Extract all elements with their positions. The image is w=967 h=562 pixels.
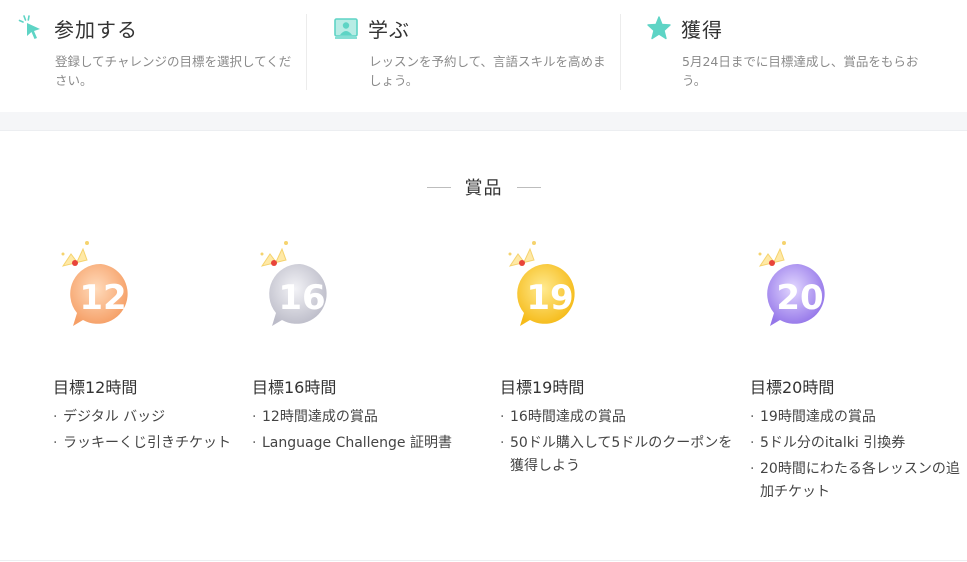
step-description: レッスンを予約して、言語スキルを高めましょう。 [369,54,606,88]
step-description: 5月24日までに目標達成し、賞品をもらおう。 [682,54,919,88]
badge-19-icon: 19 [498,232,598,342]
perk-list: · 19時間達成の賞品 · 5ドル分のitalki 引換券 · 20時間にわたる各レッ… [750,406,967,504]
perk-list: · 12時間達成の賞品 · Language Challenge 証明書 [252,406,482,455]
prize-name: 目標20時間 [750,378,835,397]
perk-item: · 16時間達成の賞品 [500,409,626,425]
step-title: 学ぶ [368,17,410,42]
perk-list: · 16時間達成の賞品 · 50ドル購入して5ドルのクーポンを獲得しよう [500,406,740,478]
prize-name: 目標19時間 [500,378,585,397]
person-screen-icon [332,14,360,42]
perk-item: · 5ドル分のitalki 引換券 [750,435,906,451]
bottom-divider [0,560,967,561]
badge-16-icon: 16 [250,232,350,342]
heading-line-left [426,186,451,188]
badge-number: 16 [278,278,325,318]
prize-name: 目標16時間 [252,378,337,397]
step-join: 参加する 登録してチャレンジの目標を選択してください。 [18,10,303,98]
badge-12-icon: 12 [51,232,151,342]
perk-item: · 19時間達成の賞品 [750,409,876,425]
star-icon [645,14,673,42]
prize-card-20: 20 目標20時間 · 19時間達成の賞品 · 5ドル分のitalki 引換券 · 2… [750,232,967,507]
step-earn: 獲得 5月24日までに目標達成し、賞品をもらおう。 [645,10,935,98]
step-description: 登録してチャレンジの目標を選択してください。 [55,54,292,88]
prize-card-16: 16 目標16時間 · 12時間達成の賞品 · Language Challenge… [252,232,482,458]
perk-item: · 20時間にわたる各レッスンの追加チケット [750,461,960,500]
perk-item: · デジタル バッジ [53,409,166,425]
step-divider [306,14,307,90]
step-title: 参加する [54,17,138,42]
section-separator [0,112,967,131]
step-divider [620,14,621,90]
badge-20-icon: 20 [748,232,848,342]
prize-name: 目標12時間 [53,378,138,397]
steps-band: 参加する 登録してチャレンジの目標を選択してください。 学ぶ レッスンを予約して… [0,0,967,112]
prize-card-12: 12 目標12時間 · デジタル バッジ · ラッキーくじ引きチケット [53,232,253,458]
badge-number: 19 [526,278,573,318]
prizes-heading: 賞品 [0,172,967,202]
step-title: 獲得 [681,17,723,42]
perk-item: · 12時間達成の賞品 [252,409,378,425]
cursor-click-icon [18,14,46,42]
badge-number: 20 [776,278,823,318]
perk-item: · Language Challenge 証明書 [252,435,452,451]
perk-item: · 50ドル購入して5ドルのクーポンを獲得しよう [500,435,733,474]
prize-card-19: 19 目標19時間 · 16時間達成の賞品 · 50ドル購入して5ドルのクーポンを獲… [500,232,740,481]
heading-line-right [516,186,541,188]
badge-number: 12 [79,278,126,318]
section-title: 賞品 [464,178,503,199]
perk-list: · デジタル バッジ · ラッキーくじ引きチケット [53,406,253,455]
perk-item: · ラッキーくじ引きチケット [53,435,231,451]
step-learn: 学ぶ レッスンを予約して、言語スキルを高めましょう。 [332,10,617,98]
